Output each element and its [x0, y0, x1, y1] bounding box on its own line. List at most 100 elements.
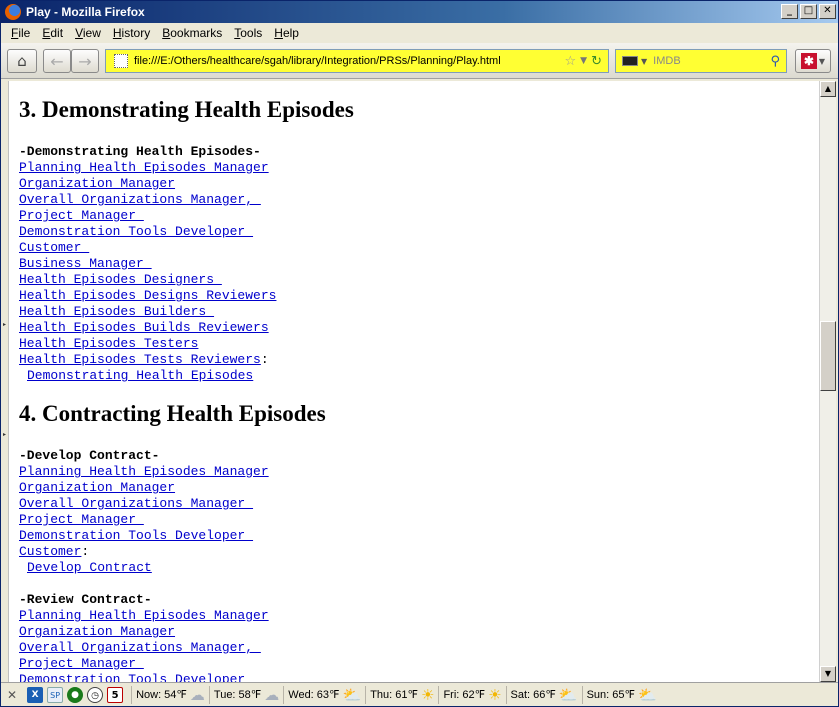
- cloud-icon: ☁: [189, 685, 205, 704]
- page-content: 3. Demonstrating Health Episodes -Demons…: [9, 81, 819, 682]
- sun-icon: ☀: [420, 685, 435, 704]
- forward-button[interactable]: →: [71, 49, 99, 73]
- role-group: -Review Contract- Planning Health Episod…: [19, 592, 819, 682]
- menu-bookmarks[interactable]: Bookmarks: [156, 26, 228, 40]
- url-input[interactable]: file:///E:/Others/healthcare/sgah/librar…: [134, 55, 565, 67]
- addon-globe-icon[interactable]: ●: [67, 686, 84, 703]
- weather-item[interactable]: Tue: 58℉ ☁: [208, 685, 280, 704]
- role-link[interactable]: Health Episodes Tests Reviewers: [19, 352, 261, 367]
- navigation-toolbar: ⌂ ← → file:///E:/Others/healthcare/sgah/…: [1, 43, 838, 79]
- back-arrow-icon: ←: [50, 51, 64, 71]
- group-title: -Develop Contract-: [19, 448, 160, 463]
- role-link[interactable]: Health Episodes Testers: [19, 336, 198, 351]
- weather-label: Fri: 62℉: [443, 689, 486, 701]
- close-button[interactable]: ✕: [819, 4, 836, 19]
- scroll-up-button[interactable]: ▲: [820, 81, 836, 97]
- maximize-button[interactable]: □: [800, 4, 817, 19]
- weather-item[interactable]: Now: 54℉ ☁: [131, 685, 205, 704]
- role-group: -Develop Contract- Planning Health Episo…: [19, 448, 819, 576]
- search-bar[interactable]: ▼ IMDB ⚲: [615, 49, 787, 73]
- search-magnifier-icon[interactable]: ⚲: [770, 54, 780, 69]
- role-link[interactable]: Business Manager: [19, 256, 152, 271]
- section-heading: 3. Demonstrating Health Episodes: [19, 97, 354, 122]
- role-link[interactable]: Customer: [19, 544, 81, 559]
- browser-window: Play - Mozilla Firefox _ □ ✕ File Edit V…: [0, 0, 839, 707]
- clock-icon[interactable]: ◷: [87, 686, 104, 703]
- menu-view[interactable]: View: [69, 26, 107, 40]
- role-link[interactable]: Overall Organizations Manager: [19, 496, 253, 511]
- addon-x-icon[interactable]: X: [27, 686, 44, 703]
- role-link[interactable]: Project Manager: [19, 656, 144, 671]
- role-link[interactable]: Overall Organizations Manager,: [19, 640, 261, 655]
- partly-cloudy-icon: ⛅: [342, 685, 362, 704]
- role-link[interactable]: Health Episodes Builders: [19, 304, 214, 319]
- role-group: -Demonstrating Health Episodes- Planning…: [19, 144, 819, 384]
- addon-dropdown-icon: ▼: [818, 56, 826, 66]
- scroll-thumb[interactable]: [820, 321, 836, 391]
- addon-sp-icon[interactable]: SP: [47, 686, 64, 703]
- role-link[interactable]: Organization Manager: [19, 480, 175, 495]
- scroll-down-button[interactable]: ▼: [820, 666, 836, 682]
- addon-button[interactable]: ✱ ▼: [795, 49, 831, 73]
- home-icon: ⌂: [17, 52, 27, 70]
- title-bar: Play - Mozilla Firefox _ □ ✕: [1, 1, 838, 23]
- splitter-arrow-icon: ▸: [3, 321, 7, 328]
- vertical-scrollbar[interactable]: ▲ ▼: [819, 81, 836, 682]
- role-link[interactable]: Health Episodes Designers: [19, 272, 222, 287]
- minimize-button[interactable]: _: [781, 4, 798, 19]
- home-button[interactable]: ⌂: [7, 49, 37, 73]
- calendar-icon[interactable]: 5: [107, 686, 124, 703]
- role-link[interactable]: Planning Health Episodes Manager: [19, 608, 269, 623]
- close-addon-bar-icon[interactable]: ✕: [7, 688, 17, 702]
- weather-label: Wed: 63℉: [288, 689, 340, 701]
- role-link[interactable]: Project Manager: [19, 208, 144, 223]
- weather-label: Now: 54℉: [136, 689, 187, 701]
- search-engine-icon[interactable]: [622, 56, 638, 66]
- role-link[interactable]: Demonstration Tools Developer: [19, 224, 253, 239]
- history-dropdown-icon[interactable]: ▼: [580, 56, 587, 66]
- bookmark-star-icon[interactable]: ☆: [565, 54, 577, 69]
- group-title: -Demonstrating Health Episodes-: [19, 144, 261, 159]
- reload-icon[interactable]: ↻: [591, 54, 602, 69]
- role-link[interactable]: Organization Manager: [19, 176, 175, 191]
- action-link[interactable]: Develop Contract: [27, 560, 152, 575]
- sun-icon: ☀: [488, 685, 502, 704]
- partly-cloudy-icon: ⛅: [637, 685, 657, 704]
- cloud-icon: ☁: [264, 685, 280, 704]
- action-link[interactable]: Demonstrating Health Episodes: [27, 368, 253, 383]
- role-link[interactable]: Project Manager: [19, 512, 144, 527]
- role-link[interactable]: Health Episodes Builds Reviewers: [19, 320, 269, 335]
- role-link[interactable]: Planning Health Episodes Manager: [19, 464, 269, 479]
- weather-item[interactable]: Wed: 63℉ ⛅: [283, 685, 362, 704]
- search-input[interactable]: IMDB: [653, 55, 770, 67]
- menu-file[interactable]: File: [5, 26, 36, 40]
- menu-help[interactable]: Help: [268, 26, 305, 40]
- partly-cloudy-icon: ⛅: [558, 685, 578, 704]
- role-link[interactable]: Customer: [19, 240, 89, 255]
- weather-item[interactable]: Fri: 62℉ ☀: [438, 685, 502, 704]
- weather-label: Tue: 58℉: [213, 689, 262, 701]
- role-link[interactable]: Organization Manager: [19, 624, 175, 639]
- addon-puzzle-icon: ✱: [800, 53, 817, 69]
- weather-label: Thu: 61℉: [370, 689, 418, 701]
- firefox-logo-icon: [5, 4, 21, 20]
- weather-item[interactable]: Sat: 66℉ ⛅: [505, 685, 578, 704]
- forward-arrow-icon: →: [78, 51, 92, 71]
- url-bar[interactable]: file:///E:/Others/healthcare/sgah/librar…: [105, 49, 609, 73]
- menu-tools[interactable]: Tools: [228, 26, 268, 40]
- site-identity-icon[interactable]: [114, 54, 128, 68]
- addon-bar: ✕ X SP ● ◷ 5 Now: 54℉ ☁ Tue: 58℉ ☁ Wed: …: [1, 682, 838, 706]
- role-link[interactable]: Health Episodes Designs Reviewers: [19, 288, 276, 303]
- role-link[interactable]: Planning Health Episodes Manager: [19, 160, 269, 175]
- menu-history[interactable]: History: [107, 26, 156, 40]
- menu-edit[interactable]: Edit: [36, 26, 69, 40]
- sidebar-splitter[interactable]: ▸ ▸: [1, 81, 9, 682]
- role-link[interactable]: Demonstration Tools Developer: [19, 528, 253, 543]
- back-button[interactable]: ←: [43, 49, 71, 73]
- role-link[interactable]: Overall Organizations Manager,: [19, 192, 261, 207]
- role-link[interactable]: Demonstration Tools Developer: [19, 672, 253, 682]
- menu-bar: File Edit View History Bookmarks Tools H…: [1, 23, 838, 43]
- weather-item[interactable]: Sun: 65℉ ⛅: [581, 685, 657, 704]
- weather-item[interactable]: Thu: 61℉ ☀: [365, 685, 435, 704]
- engine-dropdown-icon[interactable]: ▼: [641, 57, 647, 66]
